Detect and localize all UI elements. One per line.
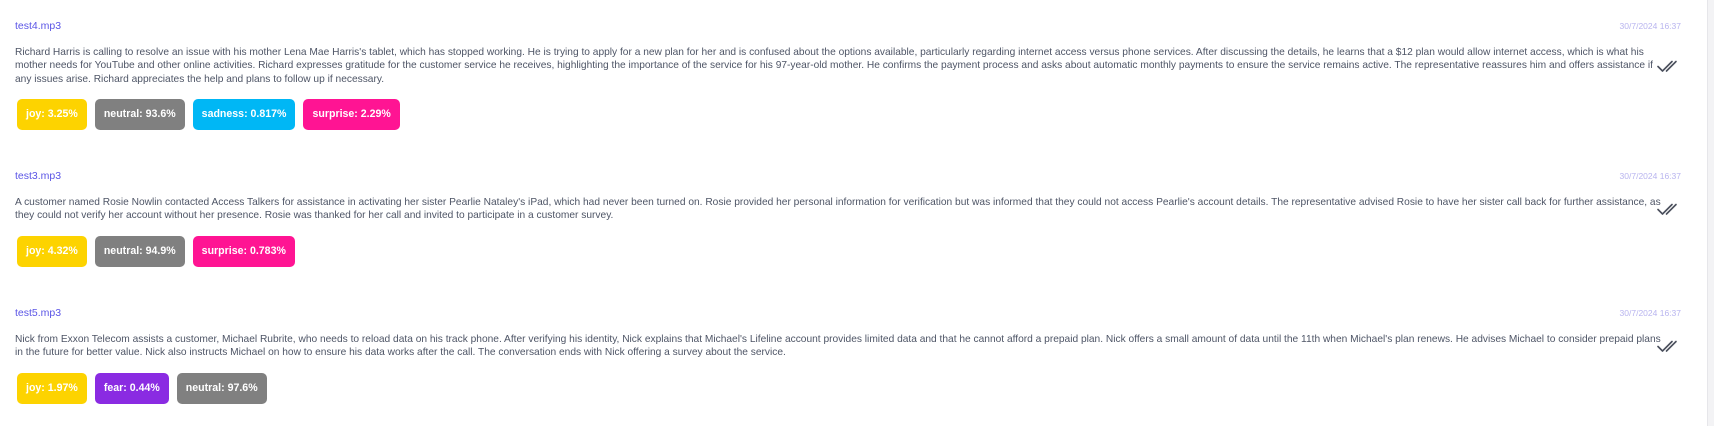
summary-text: Nick from Exxon Telecom assists a custom… [15,334,1661,359]
transcript-entry: test3.mp3 30/7/2024 16:37 A customer nam… [15,168,1683,267]
transcript-entry: test5.mp3 30/7/2024 16:37 Nick from Exxo… [15,305,1683,404]
transcript-list: test4.mp3 30/7/2024 16:37 Richard Harris… [0,0,1714,426]
emotion-badges: joy: 3.25% neutral: 93.6% sadness: 0.817… [15,98,1683,130]
emotion-badge-neutral: neutral: 93.6% [94,98,185,130]
entry-header: test3.mp3 30/7/2024 16:37 [15,168,1683,184]
emotion-badge-surprise: surprise: 0.783% [192,235,295,267]
double-check-icon [1657,203,1677,216]
entry-body: A customer named Rosie Nowlin contacted … [15,196,1683,223]
summary-text: A customer named Rosie Nowlin contacted … [15,197,1661,222]
emotion-badge-neutral: neutral: 94.9% [94,235,185,267]
emotion-badge-joy: joy: 3.25% [17,98,87,130]
emotion-badge-neutral: neutral: 97.6% [176,372,267,404]
entry-body: Richard Harris is calling to resolve an … [15,46,1683,86]
emotion-badge-joy: joy: 1.97% [17,372,87,404]
entry-body: Nick from Exxon Telecom assists a custom… [15,333,1683,360]
scrollbar-track[interactable] [1707,0,1714,426]
emotion-badges: joy: 4.32% neutral: 94.9% surprise: 0.78… [15,235,1683,267]
summary-text: Richard Harris is calling to resolve an … [15,47,1653,85]
entry-header: test5.mp3 30/7/2024 16:37 [15,305,1683,321]
timestamp: 30/7/2024 16:37 [1619,21,1681,31]
emotion-badge-sadness: sadness: 0.817% [192,98,296,130]
double-check-icon [1657,60,1677,72]
timestamp: 30/7/2024 16:37 [1619,308,1681,318]
emotion-badge-fear: fear: 0.44% [94,372,169,404]
entry-header: test4.mp3 30/7/2024 16:37 [15,18,1683,34]
file-name[interactable]: test3.mp3 [15,168,61,184]
double-check-icon [1657,340,1677,353]
file-name[interactable]: test5.mp3 [15,305,61,321]
file-name[interactable]: test4.mp3 [15,18,61,34]
emotion-badge-surprise: surprise: 2.29% [303,98,400,130]
emotion-badge-joy: joy: 4.32% [17,235,87,267]
transcript-entry: test4.mp3 30/7/2024 16:37 Richard Harris… [15,18,1683,130]
timestamp: 30/7/2024 16:37 [1619,171,1681,181]
emotion-badges: joy: 1.97% fear: 0.44% neutral: 97.6% [15,372,1683,404]
